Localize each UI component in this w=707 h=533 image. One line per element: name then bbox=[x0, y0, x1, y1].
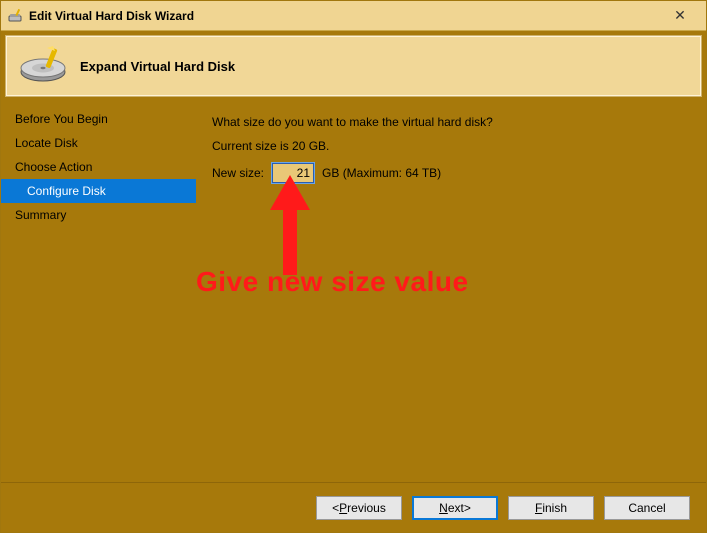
new-size-suffix: GB (Maximum: 64 TB) bbox=[322, 166, 441, 180]
wizard-body: Before You Begin Locate Disk Choose Acti… bbox=[1, 101, 706, 482]
new-size-label: New size: bbox=[212, 166, 264, 180]
finish-button[interactable]: Finish bbox=[508, 496, 594, 520]
new-size-input[interactable] bbox=[272, 163, 314, 183]
step-locate-disk[interactable]: Locate Disk bbox=[1, 131, 196, 155]
step-configure-disk[interactable]: Configure Disk bbox=[1, 179, 196, 203]
hard-disk-icon bbox=[18, 46, 68, 86]
step-choose-action[interactable]: Choose Action bbox=[1, 155, 196, 179]
step-before-you-begin[interactable]: Before You Begin bbox=[1, 107, 196, 131]
wizard-header: Expand Virtual Hard Disk bbox=[5, 35, 702, 97]
new-size-row: New size: GB (Maximum: 64 TB) bbox=[212, 163, 690, 183]
step-summary[interactable]: Summary bbox=[1, 203, 196, 227]
button-bar: < Previous Next > Finish Cancel bbox=[1, 482, 706, 532]
annotation-text: Give new size value bbox=[196, 266, 469, 298]
previous-button[interactable]: < Previous bbox=[316, 496, 402, 520]
prompt-text: What size do you want to make the virtua… bbox=[212, 115, 690, 129]
close-button[interactable]: ✕ bbox=[660, 7, 700, 24]
wizard-heading: Expand Virtual Hard Disk bbox=[80, 59, 235, 74]
step-sidebar: Before You Begin Locate Disk Choose Acti… bbox=[1, 101, 196, 482]
window-title: Edit Virtual Hard Disk Wizard bbox=[29, 9, 660, 23]
wizard-content: What size do you want to make the virtua… bbox=[196, 101, 706, 482]
next-button[interactable]: Next > bbox=[412, 496, 498, 520]
app-icon bbox=[7, 8, 23, 24]
cancel-button[interactable]: Cancel bbox=[604, 496, 690, 520]
titlebar: Edit Virtual Hard Disk Wizard ✕ bbox=[1, 1, 706, 31]
annotation-arrow-icon bbox=[270, 175, 310, 278]
wizard-window: Edit Virtual Hard Disk Wizard ✕ Expand V… bbox=[0, 0, 707, 533]
current-size-text: Current size is 20 GB. bbox=[212, 139, 690, 153]
